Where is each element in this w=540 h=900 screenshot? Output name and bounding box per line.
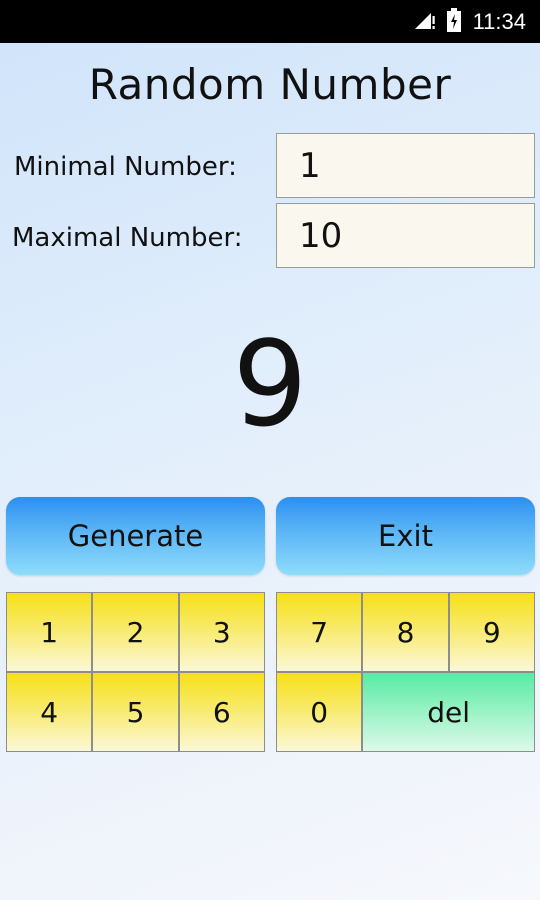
key-3[interactable]: 3: [178, 592, 265, 672]
result-number: 9: [232, 315, 308, 453]
key-7[interactable]: 7: [276, 592, 363, 672]
clock: 11:34: [472, 8, 526, 34]
key-0[interactable]: 0: [276, 672, 363, 752]
max-number-field[interactable]: 10: [276, 203, 535, 268]
key-6[interactable]: 6: [178, 672, 265, 752]
key-9[interactable]: 9: [448, 592, 535, 672]
max-number-label: Maximal Number:: [12, 223, 243, 253]
key-2[interactable]: 2: [92, 592, 179, 672]
min-number-label: Minimal Number:: [14, 152, 237, 182]
status-bar: 11:34: [0, 0, 540, 43]
signal-icon: [413, 10, 435, 34]
battery-charging-icon: [446, 7, 461, 36]
min-number-field[interactable]: 1: [276, 133, 535, 198]
keypad-left: 1 2 3 4 5 6: [6, 592, 265, 752]
key-1[interactable]: 1: [6, 592, 93, 672]
keypad-right: 7 8 9 0 del: [276, 592, 535, 752]
generate-button[interactable]: Generate: [6, 497, 265, 575]
key-8[interactable]: 8: [362, 592, 449, 672]
delete-button[interactable]: del: [362, 672, 535, 752]
page-title: Random Number: [88, 60, 452, 109]
key-5[interactable]: 5: [92, 672, 179, 752]
exit-button[interactable]: Exit: [276, 497, 535, 575]
key-4[interactable]: 4: [6, 672, 93, 752]
